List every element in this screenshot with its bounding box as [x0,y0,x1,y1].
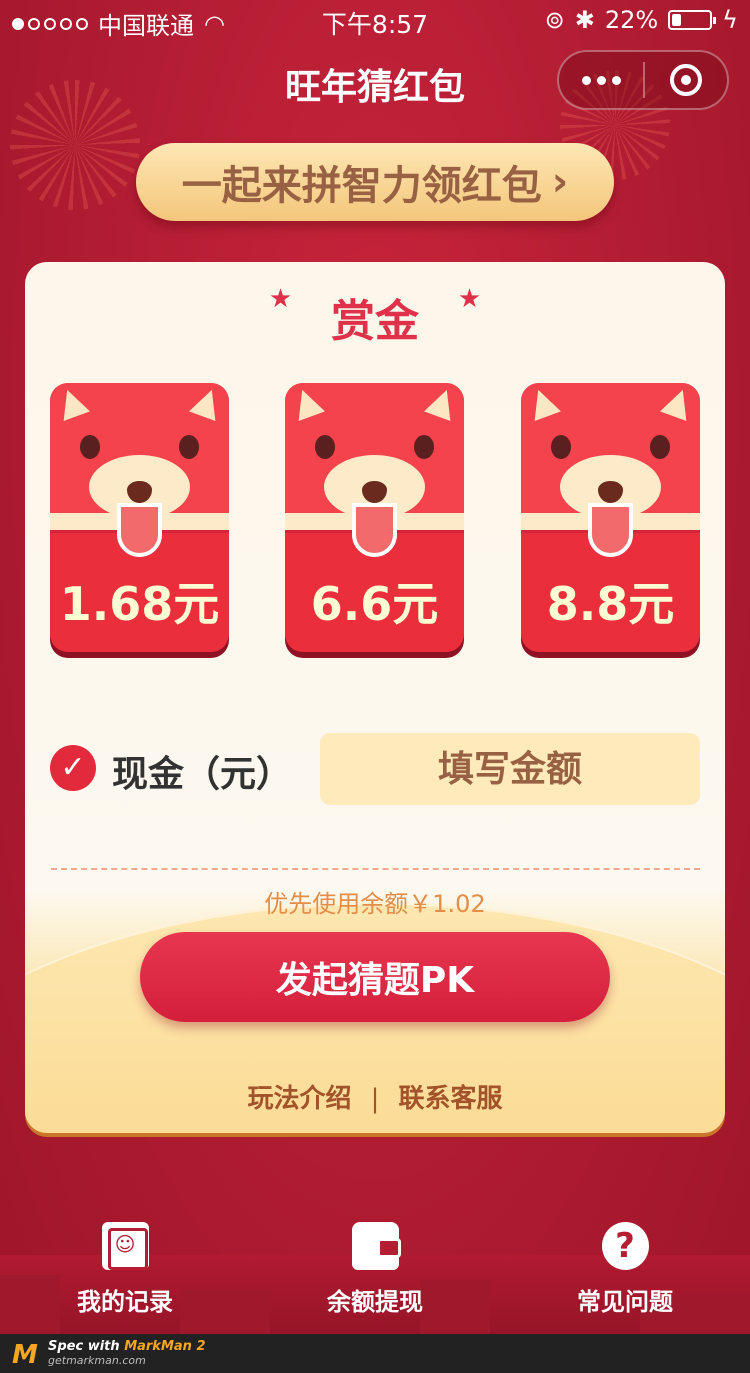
nav-label: 常见问题 [577,1288,673,1316]
packet-amount: 1.68元 [59,577,220,631]
dog-eye-icon [551,435,571,459]
dog-eye-icon [650,435,670,459]
team-up-banner[interactable]: 一起来拼智力领红包 › [136,143,614,221]
start-pk-button[interactable]: 发起猜题PK [140,932,610,1022]
status-bar: 中国联通 ◠ 下午8:57 ⊚ ✱ 22% ϟ [0,0,750,40]
dashed-divider [51,868,700,870]
packet-amount: 6.6元 [310,577,439,631]
footer-brand: MarkMan 2 [124,1338,206,1354]
star-icon: ★ [457,284,482,314]
dog-tongue-icon [588,503,633,557]
footer-prefix: Spec with [48,1338,125,1354]
dog-tongue-icon [352,503,397,557]
cash-checkbox[interactable]: ✓ [50,745,96,791]
red-packet-option[interactable]: 6.6元 [285,383,464,652]
battery-icon [668,10,717,30]
dog-eye-icon [414,435,434,459]
amount-input[interactable] [320,733,700,805]
nav-withdraw[interactable]: 余额提现 [300,1222,450,1317]
close-circle-icon [669,64,702,96]
packet-amount: 8.8元 [546,577,675,631]
footer-url: getmarkman.com [48,1353,146,1367]
markman-logo-icon: M [12,1339,38,1370]
footer-links: 玩法介绍 | 联系客服 [0,1078,750,1115]
nav-my-records[interactable]: 我的记录 [50,1222,200,1317]
dog-eye-icon [179,435,199,459]
reward-title: 赏金 [331,296,419,347]
balance-note: 优先使用余额￥1.02 [264,890,486,918]
miniprogram-capsule [557,50,729,110]
close-miniprogram-button[interactable] [645,64,727,96]
charging-icon: ϟ [722,6,738,34]
record-book-icon [101,1222,149,1270]
nav-label: 余额提现 [327,1288,423,1316]
rotation-lock-icon: ⊚ [544,6,565,34]
nav-faq[interactable]: ? 常见问题 [550,1222,700,1317]
rules-link[interactable]: 玩法介绍 [248,1084,352,1114]
red-packet-option[interactable]: 1.68元 [50,383,229,652]
dog-eye-icon [315,435,335,459]
bluetooth-icon: ✱ [574,6,595,34]
nav-label: 我的记录 [77,1288,173,1316]
contact-service-link[interactable]: 联系客服 [398,1084,502,1114]
wallet-icon [351,1222,401,1270]
cash-label: 现金（元） [112,754,293,795]
more-menu-icon[interactable] [559,75,643,85]
banner-text: 一起来拼智力领红包 [181,163,542,209]
battery-percent: 22% [604,6,659,34]
help-icon: ? [601,1222,649,1270]
link-separator: | [370,1084,380,1114]
dog-tongue-icon [117,503,162,557]
red-packet-option[interactable]: 8.8元 [521,383,700,652]
chevron-right-icon: › [551,159,569,205]
markman-footer: M Spec with MarkMan 2 getmarkman.com [0,1334,750,1373]
dog-eye-icon [80,435,100,459]
